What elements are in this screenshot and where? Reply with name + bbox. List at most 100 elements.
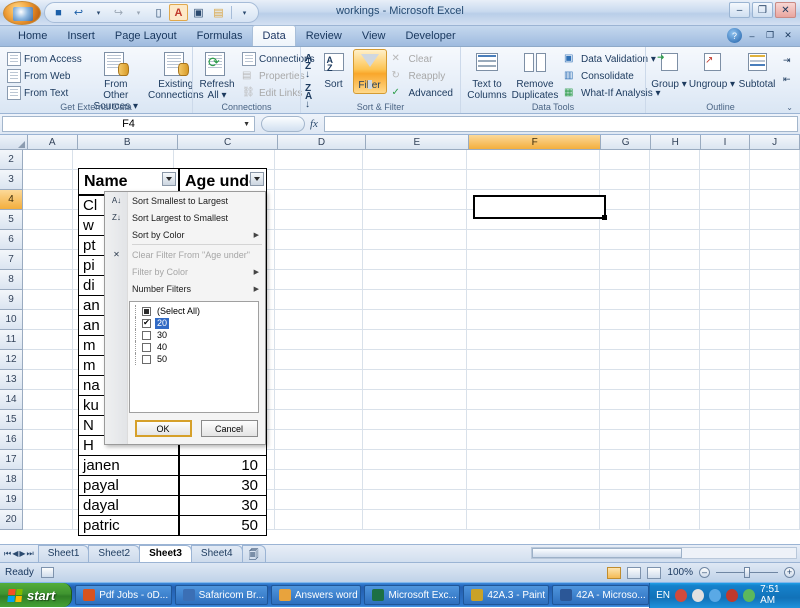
first-sheet-icon[interactable]: ⏮ bbox=[4, 549, 11, 559]
cell-G16[interactable] bbox=[600, 430, 650, 450]
prev-sheet-icon[interactable]: ◀ bbox=[12, 549, 18, 558]
next-sheet-icon[interactable]: ▶ bbox=[19, 549, 25, 558]
cell-F12[interactable] bbox=[467, 350, 600, 370]
last-sheet-icon[interactable]: ⏭ bbox=[27, 549, 34, 559]
cell-H18[interactable] bbox=[650, 470, 700, 490]
cell-D12[interactable] bbox=[275, 350, 363, 370]
cell-I10[interactable] bbox=[700, 310, 750, 330]
cell-H19[interactable] bbox=[650, 490, 700, 510]
cell-H16[interactable] bbox=[650, 430, 700, 450]
cell-F19[interactable] bbox=[467, 490, 600, 510]
cell-E9[interactable] bbox=[363, 290, 467, 310]
cell-A17[interactable] bbox=[23, 450, 73, 470]
menu-sort-largest-to-smallest[interactable]: Z↓ Sort Largest to Smallest bbox=[105, 209, 265, 226]
filter-dropdown-name-icon[interactable] bbox=[162, 172, 176, 186]
row-header-20[interactable]: 20 bbox=[0, 510, 23, 530]
cell-A16[interactable] bbox=[23, 430, 73, 450]
cell-F10[interactable] bbox=[467, 310, 600, 330]
row-header-9[interactable]: 9 bbox=[0, 290, 23, 310]
cell-G14[interactable] bbox=[600, 390, 650, 410]
cell-H6[interactable] bbox=[650, 230, 700, 250]
cell-A2[interactable] bbox=[23, 150, 73, 170]
help-icon[interactable]: ? bbox=[727, 28, 742, 43]
menu-sort-smallest-to-largest[interactable]: A↓ Sort Smallest to Largest bbox=[105, 192, 265, 209]
cell-A18[interactable] bbox=[23, 470, 73, 490]
cell-F9[interactable] bbox=[467, 290, 600, 310]
row-header-3[interactable]: 3 bbox=[0, 170, 23, 190]
cell-J18[interactable] bbox=[750, 470, 800, 490]
cell-A15[interactable] bbox=[23, 410, 73, 430]
cell-H4[interactable] bbox=[650, 190, 700, 210]
cell-H11[interactable] bbox=[650, 330, 700, 350]
row-header-15[interactable]: 15 bbox=[0, 410, 23, 430]
cell-E19[interactable] bbox=[363, 490, 467, 510]
cell-E13[interactable] bbox=[363, 370, 467, 390]
cell-E6[interactable] bbox=[363, 230, 467, 250]
cell-I7[interactable] bbox=[700, 250, 750, 270]
row-header-18[interactable]: 18 bbox=[0, 470, 23, 490]
cell-D17[interactable] bbox=[275, 450, 363, 470]
outline-dialog-launcher[interactable]: ⌄ bbox=[786, 103, 793, 112]
subtotal-button[interactable]: Subtotal bbox=[736, 49, 778, 92]
cell-I11[interactable] bbox=[700, 330, 750, 350]
table-cell-name-18[interactable]: payal bbox=[78, 475, 179, 496]
cancel-enter-pill[interactable] bbox=[261, 116, 305, 132]
from-access-button[interactable]: From Access bbox=[4, 51, 85, 67]
formula-input[interactable] bbox=[323, 116, 798, 132]
cell-G4[interactable] bbox=[600, 190, 650, 210]
taskbar-item-microsoft-excel[interactable]: Microsoft Exc... bbox=[364, 585, 461, 605]
column-header-d[interactable]: D bbox=[278, 135, 366, 149]
cell-A7[interactable] bbox=[23, 250, 73, 270]
row-header-6[interactable]: 6 bbox=[0, 230, 23, 250]
cell-D13[interactable] bbox=[275, 370, 363, 390]
cell-E11[interactable] bbox=[363, 330, 467, 350]
cell-J3[interactable] bbox=[750, 170, 800, 190]
cell-E8[interactable] bbox=[363, 270, 467, 290]
horizontal-scrollbar[interactable] bbox=[531, 547, 797, 559]
select-all-corner[interactable] bbox=[0, 135, 28, 149]
zoom-level[interactable]: 100% bbox=[667, 567, 693, 578]
cell-G18[interactable] bbox=[600, 470, 650, 490]
cell-I13[interactable] bbox=[700, 370, 750, 390]
zoom-slider[interactable] bbox=[716, 567, 778, 578]
cell-D4[interactable] bbox=[275, 190, 363, 210]
cell-H7[interactable] bbox=[650, 250, 700, 270]
row-header-16[interactable]: 16 bbox=[0, 430, 23, 450]
cell-J16[interactable] bbox=[750, 430, 800, 450]
cell-A4[interactable] bbox=[23, 190, 73, 210]
filter-item-50[interactable]: 50 bbox=[132, 353, 256, 365]
cell-H20[interactable] bbox=[650, 510, 700, 530]
start-button[interactable]: start bbox=[0, 583, 73, 607]
remove-duplicates-button[interactable]: Remove Duplicates bbox=[511, 49, 559, 103]
cell-D6[interactable] bbox=[275, 230, 363, 250]
tab-review[interactable]: Review bbox=[296, 25, 352, 46]
cell-D11[interactable] bbox=[275, 330, 363, 350]
filter-dropdown-age-icon[interactable] bbox=[250, 172, 264, 186]
active-cell-f4[interactable] bbox=[473, 195, 607, 220]
table-cell-name-17[interactable]: janen bbox=[78, 455, 179, 476]
cell-J10[interactable] bbox=[750, 310, 800, 330]
cell-A20[interactable] bbox=[23, 510, 73, 530]
filter-item-30[interactable]: 30 bbox=[132, 329, 256, 341]
cell-D10[interactable] bbox=[275, 310, 363, 330]
tab-view[interactable]: View bbox=[352, 25, 396, 46]
cell-A12[interactable] bbox=[23, 350, 73, 370]
cell-G13[interactable] bbox=[600, 370, 650, 390]
tab-page-layout[interactable]: Page Layout bbox=[105, 25, 187, 46]
cell-H12[interactable] bbox=[650, 350, 700, 370]
cell-H3[interactable] bbox=[650, 170, 700, 190]
sheet-tab-sheet4[interactable]: Sheet4 bbox=[190, 545, 243, 562]
column-header-a[interactable]: A bbox=[27, 135, 78, 149]
close-button[interactable]: ✕ bbox=[775, 2, 796, 18]
cell-I19[interactable] bbox=[700, 490, 750, 510]
cell-E17[interactable] bbox=[363, 450, 467, 470]
cell-A11[interactable] bbox=[23, 330, 73, 350]
cell-H8[interactable] bbox=[650, 270, 700, 290]
cell-G15[interactable] bbox=[600, 410, 650, 430]
cell-I16[interactable] bbox=[700, 430, 750, 450]
cell-G20[interactable] bbox=[600, 510, 650, 530]
cell-J7[interactable] bbox=[750, 250, 800, 270]
insert-worksheet-icon[interactable]: 🗐 bbox=[241, 545, 266, 562]
filter-value-listbox[interactable]: (Select All) 20 30 40 50 bbox=[129, 301, 259, 413]
restore-button[interactable]: ❐ bbox=[752, 2, 773, 18]
